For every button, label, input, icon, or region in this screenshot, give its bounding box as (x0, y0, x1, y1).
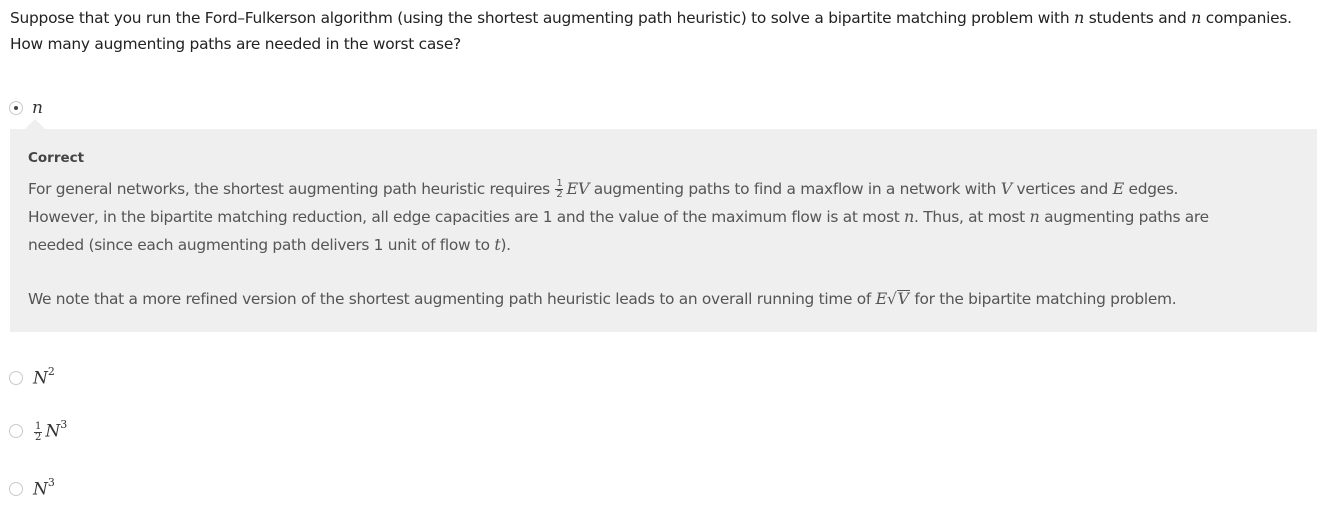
option-label: n (32, 98, 43, 118)
quiz-page: Suppose that you run the Ford–Fulkerson … (0, 0, 1324, 514)
feedback-panel: Correct For general networks, the shorte… (10, 119, 1317, 332)
feedback-paragraph: We note that a more refined version of t… (28, 289, 1177, 308)
radio-button[interactable] (9, 370, 23, 385)
question-text-part: Suppose that you run the Ford–Fulkerson … (10, 9, 1074, 27)
answer-option-n-cubed[interactable]: N3 (9, 476, 55, 500)
question-text: Suppose that you run the Ford–Fulkerson … (10, 5, 1320, 57)
math-variable: n (1074, 8, 1085, 27)
radio-button[interactable] (9, 424, 23, 439)
question-text-part: students and (1084, 9, 1192, 27)
answer-option-half-n-cubed[interactable]: 1 2 N3 (9, 418, 68, 443)
fraction: 12 (34, 420, 43, 443)
feedback-explanation: For general networks, the shortest augme… (28, 175, 1258, 313)
option-label: N2 (33, 365, 55, 389)
option-label: N3 (33, 476, 55, 500)
radio-button-selected[interactable] (9, 101, 23, 115)
fraction: 12 (555, 178, 564, 200)
feedback-paragraph: For general networks, the shortest augme… (28, 178, 1209, 255)
math-variable: n (1191, 8, 1202, 27)
question-text-part: companies. (1201, 9, 1292, 27)
answer-option-n-squared[interactable]: N2 (9, 365, 55, 389)
question-text-part: How many augmenting paths are needed in … (10, 35, 461, 53)
answer-option-n[interactable]: n (9, 98, 43, 118)
radio-button[interactable] (9, 481, 23, 496)
option-label: 1 2 N3 (34, 418, 68, 443)
sqrt-symbol: √ (887, 290, 897, 308)
feedback-title: Correct (28, 150, 85, 166)
